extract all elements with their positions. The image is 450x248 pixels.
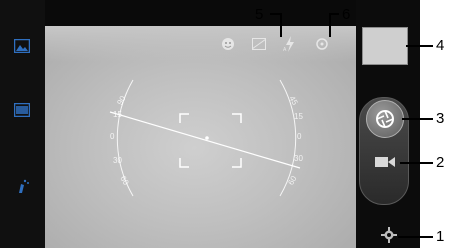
callout-line-3 — [402, 118, 433, 120]
camera-screen: 90 15 0 30 60 45 15 0 30 60 A — [0, 0, 420, 248]
flash-auto-icon[interactable]: A — [281, 35, 299, 53]
callout-4: 4 — [436, 37, 445, 54]
panorama-mode-icon[interactable] — [12, 100, 32, 120]
callout-6: 6 — [342, 6, 351, 23]
location-icon[interactable] — [313, 35, 331, 53]
callout-5: 5 — [255, 6, 264, 23]
level-tick: 15 — [294, 112, 303, 121]
callout-1: 1 — [436, 228, 445, 245]
face-detect-icon[interactable] — [219, 35, 237, 53]
video-button[interactable] — [371, 150, 399, 174]
svg-text:A: A — [283, 47, 287, 52]
level-tick: 30 — [113, 156, 122, 165]
callout-line-4 — [406, 45, 433, 47]
callout-line-5 — [270, 13, 280, 15]
shutter-icon — [376, 110, 394, 128]
callout-line-5v — [280, 13, 282, 37]
callout-2: 2 — [436, 154, 445, 171]
grid-icon[interactable] — [250, 35, 268, 53]
top-settings-bar — [45, 26, 356, 62]
level-tick: 0 — [297, 132, 302, 141]
video-icon — [375, 157, 395, 167]
callout-line-1 — [398, 236, 433, 238]
photo-mode-icon[interactable] — [12, 36, 32, 56]
gallery-thumbnail[interactable] — [362, 27, 408, 65]
level-tick: 15 — [113, 110, 122, 119]
mode-sidebar — [0, 0, 45, 248]
shutter-button[interactable] — [366, 100, 404, 138]
settings-icon — [381, 227, 397, 243]
callout-line-2 — [400, 162, 433, 164]
settings-button[interactable] — [380, 226, 398, 244]
callout-3: 3 — [436, 110, 445, 127]
level-tick: 30 — [294, 154, 303, 163]
level-tick: 0 — [110, 132, 115, 141]
effects-mode-icon[interactable] — [12, 176, 32, 196]
callout-line-6v — [329, 13, 331, 37]
